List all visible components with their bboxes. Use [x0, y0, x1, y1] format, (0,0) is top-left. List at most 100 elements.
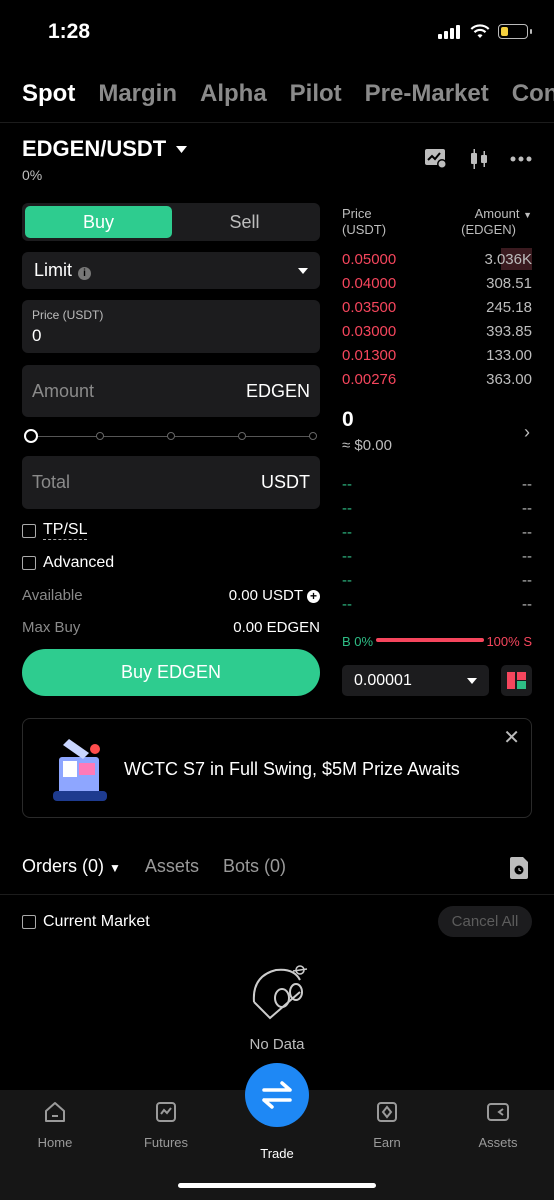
tab-spot[interactable]: Spot: [22, 80, 75, 108]
bid-row[interactable]: -- --: [342, 524, 532, 548]
home-icon: [45, 1102, 65, 1122]
nav-futures-label: Futures: [143, 1135, 189, 1150]
tab-orders[interactable]: Orders (0) ▼: [22, 856, 121, 877]
caret-down-icon: [176, 145, 188, 153]
sell-tab[interactable]: Sell: [172, 206, 317, 238]
checkbox-icon: [22, 556, 36, 570]
last-price-usd: ≈ $0.00: [342, 437, 392, 454]
close-icon[interactable]: ✕: [503, 725, 520, 750]
slider-handle[interactable]: [24, 429, 38, 443]
price-label: Price (USDT): [32, 308, 104, 322]
status-icons: [438, 24, 532, 39]
amount-placeholder: Amount: [32, 380, 95, 401]
tab-pilot[interactable]: Pilot: [290, 80, 342, 108]
last-price[interactable]: 0: [342, 408, 354, 432]
bid-row[interactable]: -- --: [342, 500, 532, 524]
amount-input[interactable]: Amount EDGEN: [22, 365, 320, 417]
order-book-header: Price Amount ▼ (USDT) (EDGEN): [342, 206, 532, 237]
ask-row[interactable]: 0.03000 393.85: [342, 323, 532, 347]
order-history-icon[interactable]: [509, 857, 529, 879]
bid-row[interactable]: -- --: [342, 596, 532, 620]
promo-banner[interactable]: WCTC S7 in Full Swing, $5M Prize Awaits …: [22, 718, 532, 818]
tab-convert[interactable]: Conv: [512, 80, 554, 108]
order-type-select[interactable]: Limit i: [22, 252, 320, 289]
trade-button[interactable]: [245, 1063, 309, 1127]
price-header: Price: [342, 206, 372, 221]
tab-margin[interactable]: Margin: [98, 80, 177, 108]
chevron-right-icon[interactable]: ›: [524, 422, 530, 443]
max-buy-row: Max Buy 0.00 EDGEN: [22, 619, 320, 636]
total-input[interactable]: Total USDT: [22, 456, 320, 509]
bid-row[interactable]: -- --: [342, 548, 532, 572]
nav-earn[interactable]: Earn: [342, 1100, 432, 1150]
wallet-icon: [487, 1103, 509, 1121]
price-unit: (USDT): [342, 222, 387, 237]
ask-row[interactable]: 0.04000 308.51: [342, 275, 532, 299]
sell-ratio: 100% S: [486, 634, 532, 649]
caret-down-icon: [467, 677, 477, 684]
nav-earn-label: Earn: [373, 1135, 401, 1150]
ask-row[interactable]: 0.05000 3.036K: [342, 251, 532, 275]
info-icon[interactable]: i: [78, 267, 92, 280]
available-value: 0.00 USDT: [228, 587, 303, 604]
futures-icon: [156, 1102, 176, 1122]
no-data-illustration-icon: [252, 965, 308, 1020]
divider: [0, 122, 554, 123]
nav-home[interactable]: Home: [10, 1100, 100, 1150]
orders-tabs: Orders (0) ▼ Assets Bots (0): [22, 856, 286, 877]
amount-unit: EDGEN: [245, 380, 310, 401]
more-icon[interactable]: [510, 156, 532, 162]
tab-pre-market[interactable]: Pre-Market: [365, 80, 489, 108]
buy-tab[interactable]: Buy: [25, 206, 172, 238]
nav-home-label: Home: [37, 1135, 73, 1150]
ask-row[interactable]: 0.03500 245.18: [342, 299, 532, 323]
nav-assets[interactable]: Assets: [453, 1100, 543, 1150]
current-market-label: Current Market: [43, 913, 150, 930]
tpsl-label: TP/SL: [43, 521, 88, 540]
nav-trade[interactable]: Trade: [232, 1138, 322, 1161]
depth-value: 0.00001: [354, 671, 412, 689]
checkbox-icon: [22, 523, 36, 538]
amount-header[interactable]: Amount ▼: [475, 206, 532, 221]
bid-row[interactable]: -- --: [342, 572, 532, 596]
depth-precision-select[interactable]: 0.00001: [342, 665, 489, 696]
wifi-icon: [470, 24, 490, 38]
ask-row[interactable]: 0.00276 363.00: [342, 371, 532, 395]
tpsl-checkbox[interactable]: TP/SL: [22, 521, 88, 540]
current-market-checkbox[interactable]: Current Market: [22, 913, 150, 931]
layout-icon: [507, 672, 526, 689]
book-layout-button[interactable]: [501, 665, 532, 696]
buy-ratio: B 0%: [342, 634, 374, 649]
header-actions: [424, 148, 532, 170]
buy-edgen-button[interactable]: Buy EDGEN: [22, 649, 320, 696]
chart-alert-icon[interactable]: [424, 148, 448, 170]
cancel-all-button[interactable]: Cancel All: [438, 906, 532, 937]
ask-row[interactable]: 0.01300 133.00: [342, 347, 532, 371]
battery-icon: [498, 24, 532, 39]
bid-row[interactable]: -- --: [342, 476, 532, 500]
tab-alpha[interactable]: Alpha: [200, 80, 267, 108]
divider: [0, 894, 554, 895]
amount-unit-header: (EDGEN): [461, 222, 516, 237]
home-indicator: [178, 1183, 376, 1188]
available-label: Available: [22, 587, 83, 604]
nav-assets-label: Assets: [478, 1135, 518, 1150]
earn-icon: [377, 1102, 397, 1122]
pair-selector[interactable]: EDGEN/USDT: [22, 136, 188, 162]
tab-assets[interactable]: Assets: [145, 856, 199, 877]
checkbox-icon: [22, 915, 36, 929]
no-data-text: No Data: [249, 1036, 305, 1053]
price-input[interactable]: Price (USDT) 0: [22, 300, 320, 353]
max-buy-value: 0.00 EDGEN: [233, 619, 320, 636]
pair-name: EDGEN/USDT: [22, 136, 167, 161]
caret-down-icon: [298, 267, 308, 274]
amount-slider[interactable]: [24, 428, 318, 444]
candlestick-icon[interactable]: [468, 148, 490, 170]
ratio-bar: [376, 638, 484, 642]
status-time: 1:28: [48, 20, 91, 43]
tab-bots[interactable]: Bots (0): [223, 856, 286, 877]
advanced-checkbox[interactable]: Advanced: [22, 554, 114, 572]
nav-futures[interactable]: Futures: [121, 1100, 211, 1150]
signal-icon: [438, 24, 462, 39]
add-funds-icon[interactable]: +: [307, 590, 320, 603]
